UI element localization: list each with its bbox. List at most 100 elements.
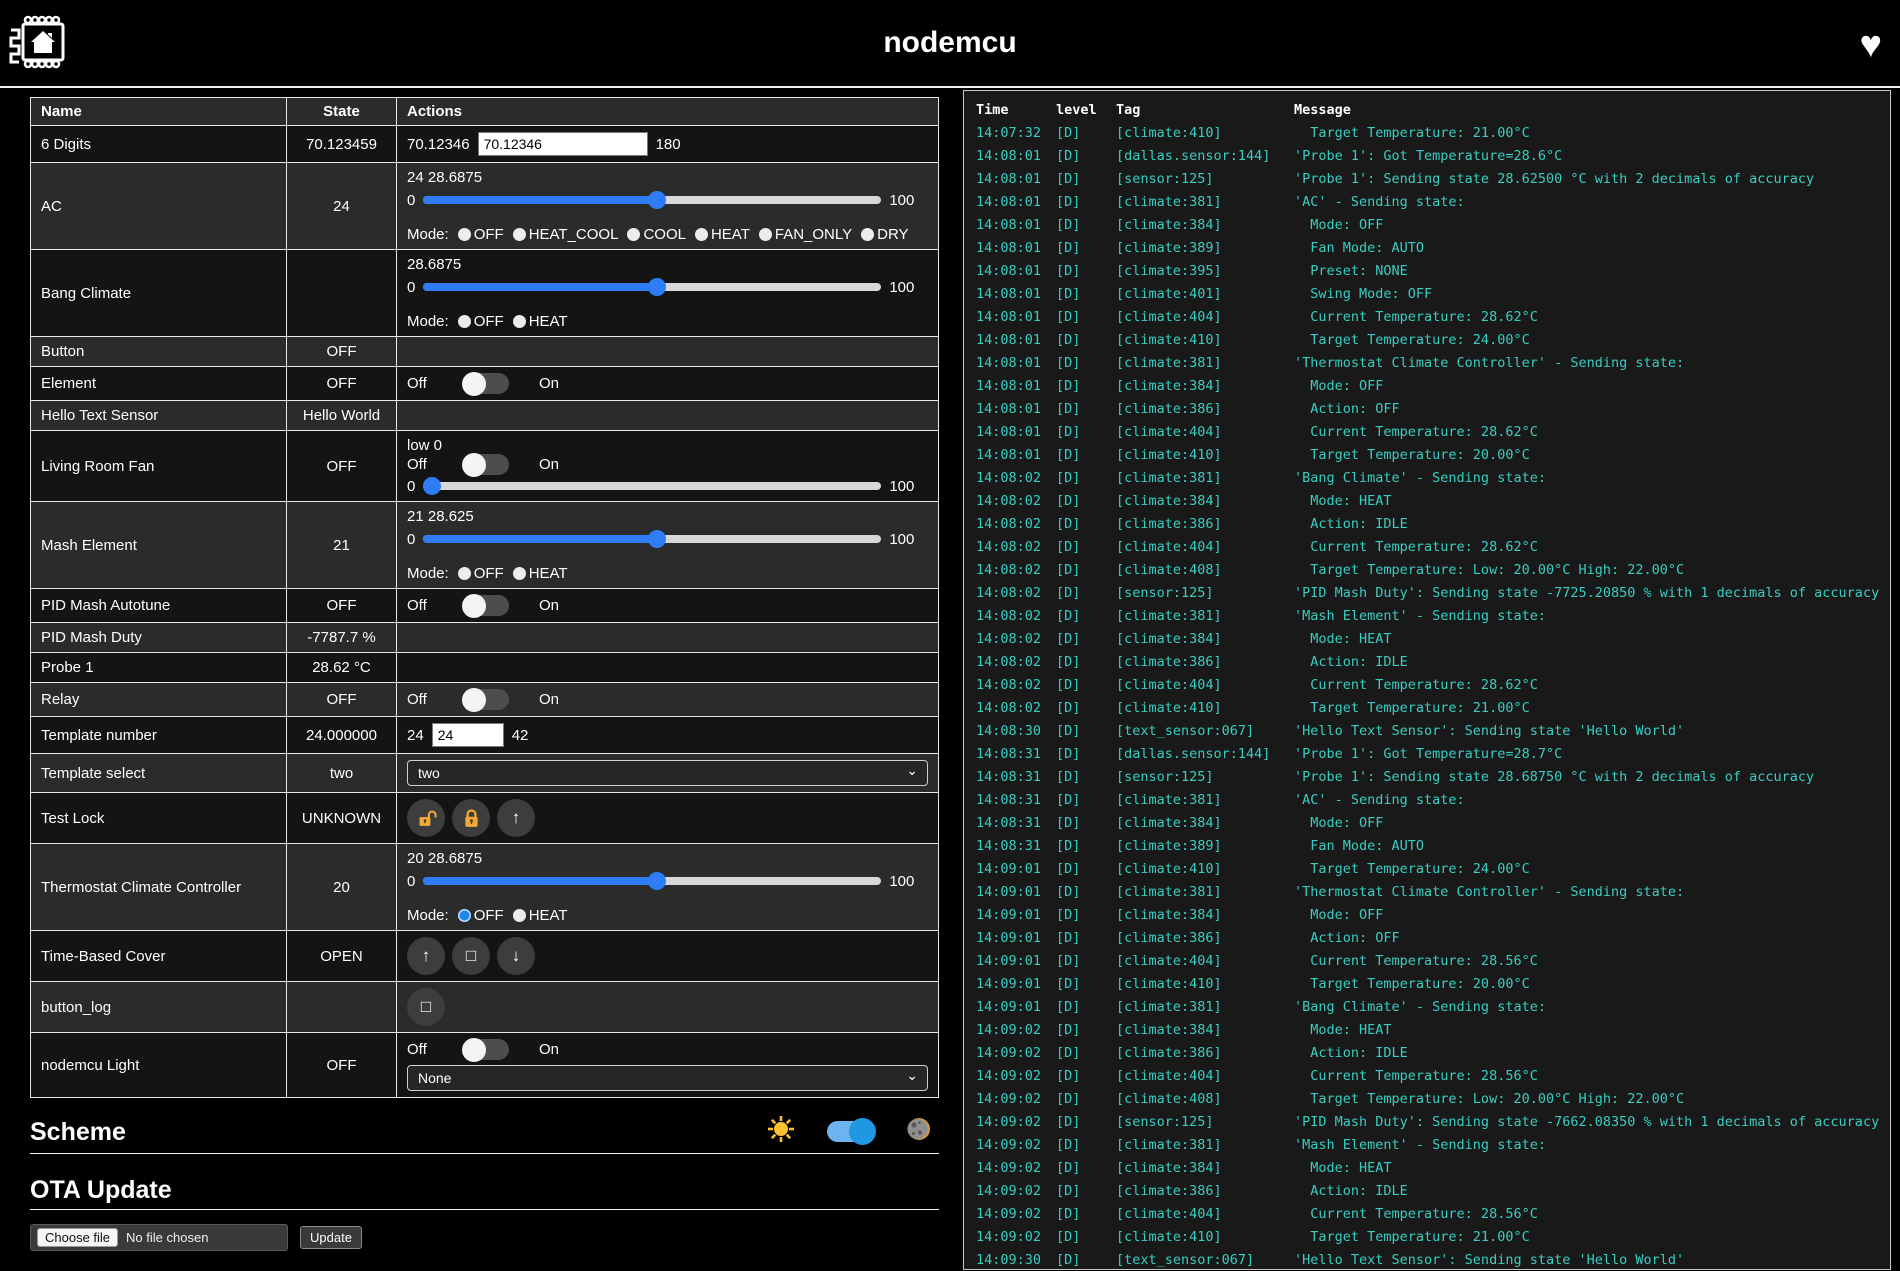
table-row: Living Room FanOFFlow 0OffOn0100 (31, 431, 939, 502)
switch-on-label: On (539, 597, 559, 614)
log-time: 14:08:02 (976, 559, 1056, 582)
log-level: [D] (1056, 674, 1116, 697)
log-level: [D] (1056, 306, 1116, 329)
radio-button[interactable] (458, 909, 471, 922)
log-level: [D] (1056, 881, 1116, 904)
log-tag: [climate:381] (1116, 1134, 1294, 1157)
mode-option-label: OFF (474, 907, 504, 924)
slider[interactable] (423, 278, 881, 296)
radio-button[interactable] (458, 315, 471, 328)
log-level: [D] (1056, 1065, 1116, 1088)
slider-thumb[interactable] (648, 530, 666, 548)
log-row: 14:08:31[D][dallas.sensor:144]'Probe 1':… (976, 743, 1878, 766)
radio-button[interactable] (513, 909, 526, 922)
select-dropdown[interactable]: two⌄ (407, 760, 928, 786)
column-header-actions: Actions (397, 98, 939, 126)
radio-button[interactable] (627, 228, 640, 241)
number-input[interactable] (478, 132, 648, 156)
mode-radio-option[interactable]: OFF (458, 313, 504, 330)
square-button[interactable]: □ (407, 988, 445, 1026)
entity-name: Relay (31, 683, 287, 717)
mode-option-label: OFF (474, 313, 504, 330)
slider-thumb[interactable] (423, 477, 441, 495)
table-header-row: Name State Actions (31, 98, 939, 126)
mode-radio-option[interactable]: OFF (458, 565, 504, 582)
slider-thumb[interactable] (648, 191, 666, 209)
radio-button[interactable] (513, 315, 526, 328)
log-message: 'Mash Element' - Sending state: (1294, 1134, 1878, 1157)
slider-min-label: 0 (407, 192, 415, 209)
lock-open-button[interactable] (407, 799, 445, 837)
radio-button[interactable] (513, 567, 526, 580)
entity-actions: ↑□↓ (397, 931, 939, 982)
number-min-label: 70.12346 (407, 136, 470, 153)
radio-button[interactable] (458, 567, 471, 580)
radio-button[interactable] (695, 228, 708, 241)
arrow-up-button[interactable]: ↑ (497, 799, 535, 837)
arrow-up-button[interactable]: ↑ (407, 937, 445, 975)
mode-radio-option[interactable]: FAN_ONLY (759, 226, 852, 243)
slider-fill (423, 535, 657, 543)
log-time: 14:09:01 (976, 881, 1056, 904)
log-time: 14:08:01 (976, 444, 1056, 467)
log-message: 'Hello Text Sensor': Sending state 'Hell… (1294, 720, 1878, 743)
log-level: [D] (1056, 375, 1116, 398)
file-input[interactable]: Choose file No file chosen (30, 1224, 288, 1251)
toggle-switch[interactable] (463, 454, 509, 475)
arrow-down-button[interactable]: ↓ (497, 937, 535, 975)
mode-radio-option[interactable]: HEAT (513, 907, 568, 924)
moon-icon[interactable] (905, 1115, 933, 1148)
log-tag: [sensor:125] (1116, 582, 1294, 605)
mode-radio-option[interactable]: HEAT_COOL (513, 226, 619, 243)
switch-row: OffOn (407, 454, 928, 475)
mode-radio-option[interactable]: HEAT (695, 226, 750, 243)
radio-button[interactable] (759, 228, 772, 241)
log-row: 14:08:02[D][climate:404] Current Tempera… (976, 536, 1878, 559)
toggle-switch[interactable] (463, 1039, 509, 1060)
update-button[interactable]: Update (300, 1226, 362, 1249)
mode-radio-option[interactable]: OFF (458, 907, 504, 924)
slider[interactable] (423, 477, 881, 495)
slider-min-label: 0 (407, 531, 415, 548)
slider[interactable] (423, 872, 881, 890)
log-row: 14:09:01[D][climate:381]'Thermostat Clim… (976, 881, 1878, 904)
table-row: Probe 128.62 °C (31, 653, 939, 683)
radio-button[interactable] (513, 228, 526, 241)
log-tag: [climate:381] (1116, 352, 1294, 375)
toggle-switch[interactable] (463, 595, 509, 616)
log-message: Mode: HEAT (1294, 490, 1878, 513)
radio-button[interactable] (458, 228, 471, 241)
slider[interactable] (423, 191, 881, 209)
switch-off-label: Off (407, 691, 463, 708)
log-tag: [climate:404] (1116, 421, 1294, 444)
log-row: 14:08:01[D][climate:381]'Thermostat Clim… (976, 352, 1878, 375)
mode-radio-option[interactable]: DRY (861, 226, 908, 243)
mode-radio-option[interactable]: COOL (627, 226, 686, 243)
log-level: [D] (1056, 996, 1116, 1019)
mode-radio-option[interactable]: OFF (458, 226, 504, 243)
toggle-switch[interactable] (463, 373, 509, 394)
scheme-toggle[interactable] (827, 1121, 873, 1142)
sun-icon[interactable] (767, 1115, 795, 1148)
log-message: Target Temperature: 20.00°C (1294, 973, 1878, 996)
stop-square-button[interactable]: □ (452, 937, 490, 975)
choose-file-button[interactable]: Choose file (37, 1228, 118, 1247)
ota-divider (30, 1209, 939, 1210)
slider-thumb[interactable] (648, 278, 666, 296)
log-tag: [climate:384] (1116, 1157, 1294, 1180)
log-message: 'AC' - Sending state: (1294, 191, 1878, 214)
slider[interactable] (423, 530, 881, 548)
log-message: Preset: NONE (1294, 260, 1878, 283)
slider-thumb[interactable] (648, 872, 666, 890)
log-row: 14:08:02[D][climate:408] Target Temperat… (976, 559, 1878, 582)
toggle-switch[interactable] (463, 689, 509, 710)
number-input[interactable] (432, 723, 504, 747)
chevron-down-icon: ⌄ (906, 762, 918, 779)
mode-radio-option[interactable]: HEAT (513, 565, 568, 582)
radio-button[interactable] (861, 228, 874, 241)
log-row: 14:08:01[D][climate:386] Action: OFF (976, 398, 1878, 421)
log-panel[interactable]: Time level Tag Message 14:07:32[D][clima… (963, 90, 1891, 1270)
select-dropdown[interactable]: None⌄ (407, 1065, 928, 1091)
mode-radio-option[interactable]: HEAT (513, 313, 568, 330)
lock-closed-button[interactable] (452, 799, 490, 837)
